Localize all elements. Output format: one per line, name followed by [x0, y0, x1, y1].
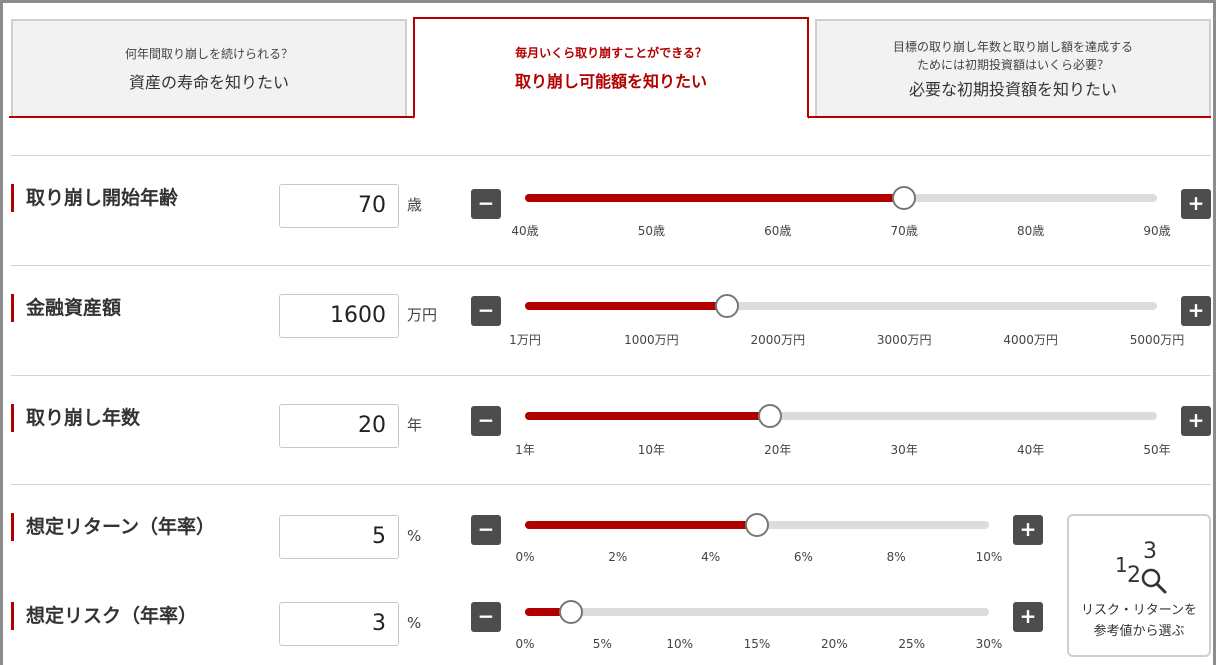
decrement-button[interactable]: −	[471, 406, 501, 436]
field-label: 取り崩し開始年齢	[11, 184, 178, 212]
slider-tick-label: 25%	[898, 637, 925, 651]
row-financial-assets: 金融資産額 1600 万円 − + 1万円 1000万円 2000万円 3000万円 4…	[11, 265, 1211, 375]
icon-digit: 3	[1143, 539, 1157, 564]
start-age-slider[interactable]	[525, 186, 1157, 210]
slider-tick-label: 20%	[820, 637, 848, 651]
slider-tick-label: 4%	[701, 550, 721, 564]
icon-digit: 2	[1127, 563, 1141, 588]
reference-label-line2: 参考値から選ぶ	[1093, 624, 1185, 639]
slider-tick-label: 4000万円	[1003, 333, 1058, 347]
slider-fill	[525, 194, 905, 202]
slider-scale: 40歳 50歳 60歳 70歳 80歳 90歳	[511, 222, 1170, 238]
increment-button[interactable]: +	[1013, 602, 1043, 632]
expected-return-input[interactable]: 5	[279, 515, 399, 559]
withdrawal-years-input[interactable]: 20	[279, 404, 399, 448]
slider-handle[interactable]	[892, 186, 917, 210]
slider-tick-label: 8%	[886, 550, 906, 564]
row-expected-return: 想定リターン（年率） 5 % − + 0% 2% 4% 6% 8% 10%	[11, 484, 1211, 572]
slider-tick-label: 15%	[743, 637, 771, 651]
tab-sub-label: 目標の取り崩し年数と取り崩し額を達成する	[892, 40, 1133, 54]
magnifier-icon: 1 2 3	[1115, 539, 1167, 594]
tab-main-label: 必要な初期投資額を知りたい	[908, 80, 1117, 99]
slider-tick-label: 2000万円	[750, 333, 806, 347]
start-age-input[interactable]: 70	[279, 184, 399, 228]
increment-button[interactable]: +	[1181, 296, 1211, 326]
slider-tick-label: 10%	[666, 637, 693, 651]
slider-fill	[525, 412, 771, 420]
row-expected-risk: 想定リスク（年率） 3 % − + 0% 5% 10% 15% 20% 25% 30%	[11, 572, 1211, 662]
unit-label: 万円	[407, 306, 438, 324]
slider-tick-label: 80歳	[1016, 224, 1045, 238]
slider-tick-label: 70歳	[890, 224, 918, 238]
slider-tick-label: 10%	[975, 550, 1003, 564]
unit-label: %	[407, 614, 422, 632]
slider-scale: 1万円 1000万円 2000万円 3000万円 4000万円 5000万円	[509, 331, 1184, 347]
decrement-button[interactable]: −	[471, 515, 501, 545]
tab-sub-label: 毎月いくら取り崩すことができる？	[515, 46, 707, 60]
slider-tick-label: 6%	[793, 550, 813, 564]
financial-assets-slider[interactable]	[525, 294, 1157, 318]
slider-tick-label: 40歳	[511, 224, 539, 238]
slider-tick-label: 5000万円	[1129, 333, 1185, 347]
slider-tick-label: 3000万円	[876, 333, 932, 347]
tab-main-label: 取り崩し可能額を知りたい	[514, 72, 707, 91]
unit-label: 年	[407, 416, 423, 434]
expected-return-slider[interactable]	[525, 513, 989, 537]
slider-scale: 0% 5% 10% 15% 20% 25% 30%	[515, 637, 1002, 653]
slider-tick-label: 0%	[515, 550, 535, 564]
tab-sub-label: 何年間取り崩しを続けられる？	[124, 47, 293, 61]
slider-tick-label: 0%	[515, 637, 535, 651]
slider-tick-label: 60歳	[764, 224, 792, 238]
tab-sub-label: ためには初期投資額はいくら必要？	[916, 58, 1109, 72]
mode-tabs: 何年間取り崩しを続けられる？ 資産の寿命を知りたい 毎月いくら取り崩すことができ…	[9, 17, 1211, 119]
expected-risk-input[interactable]: 3	[279, 602, 399, 646]
slider-fill	[525, 521, 757, 529]
reference-label-line1: リスク・リターンを	[1080, 603, 1198, 618]
slider-tick-label: 50年	[1143, 443, 1171, 457]
slider-handle[interactable]	[745, 513, 769, 537]
tab-initial-investment[interactable]: 目標の取り崩し年数と取り崩し額を達成する ためには初期投資額はいくら必要？ 必要…	[815, 19, 1211, 117]
reference-values-button[interactable]: 1 2 3 リスク・リターンを 参考値から選ぶ	[1067, 514, 1211, 657]
slider-tick-label: 20年	[764, 443, 792, 457]
slider-tick-label: 1年	[515, 443, 535, 457]
slider-tick-label: 90歳	[1143, 224, 1171, 238]
unit-label: %	[407, 527, 422, 545]
slider-handle[interactable]	[715, 294, 740, 318]
slider-tick-label: 2%	[608, 550, 628, 564]
icon-digit: 1	[1115, 553, 1128, 577]
slider-tick-label: 40年	[1016, 443, 1045, 457]
slider-tick-label: 30%	[975, 637, 1003, 651]
tab-withdrawal-amount[interactable]: 毎月いくら取り崩すことができる？ 取り崩し可能額を知りたい	[413, 17, 809, 119]
slider-handle[interactable]	[559, 600, 584, 624]
financial-assets-input[interactable]: 1600	[279, 294, 399, 338]
slider-tick-label: 1万円	[509, 333, 541, 347]
slider-scale: 1年 10年 20年 30年 40年 50年	[515, 441, 1170, 457]
slider-tick-label: 5%	[592, 637, 612, 651]
increment-button[interactable]: +	[1013, 515, 1043, 545]
slider-tick-label: 50歳	[637, 224, 666, 238]
unit-label: 歳	[407, 196, 423, 214]
slider-tick-label: 30年	[890, 443, 918, 457]
withdrawal-years-slider[interactable]	[525, 404, 1157, 428]
slider-handle[interactable]	[758, 404, 783, 428]
increment-button[interactable]: +	[1181, 189, 1211, 219]
decrement-button[interactable]: −	[471, 189, 501, 219]
field-label: 金融資産額	[11, 294, 121, 322]
calculator-frame: 何年間取り崩しを続けられる？ 資産の寿命を知りたい 毎月いくら取り崩すことができ…	[0, 0, 1216, 665]
row-start-age: 取り崩し開始年齢 70 歳 − + 40歳 50歳 60歳 70歳 80歳 90歳	[11, 155, 1211, 265]
decrement-button[interactable]: −	[471, 296, 501, 326]
expected-risk-slider[interactable]	[525, 600, 989, 624]
field-label: 想定リターン（年率）	[11, 513, 215, 541]
decrement-button[interactable]: −	[471, 602, 501, 632]
slider-tick-label: 1000万円	[624, 333, 679, 347]
field-label: 想定リスク（年率）	[11, 602, 197, 630]
tab-asset-lifespan[interactable]: 何年間取り崩しを続けられる？ 資産の寿命を知りたい	[11, 19, 407, 117]
field-label: 取り崩し年数	[11, 404, 140, 432]
slider-fill	[525, 302, 728, 310]
increment-button[interactable]: +	[1181, 406, 1211, 436]
row-withdrawal-years: 取り崩し年数 20 年 − + 1年 10年 20年 30年 40年 50年	[11, 375, 1211, 485]
tab-main-label: 資産の寿命を知りたい	[128, 73, 289, 92]
slider-tick-label: 10年	[637, 443, 666, 457]
slider-scale: 0% 2% 4% 6% 8% 10%	[515, 550, 1002, 566]
